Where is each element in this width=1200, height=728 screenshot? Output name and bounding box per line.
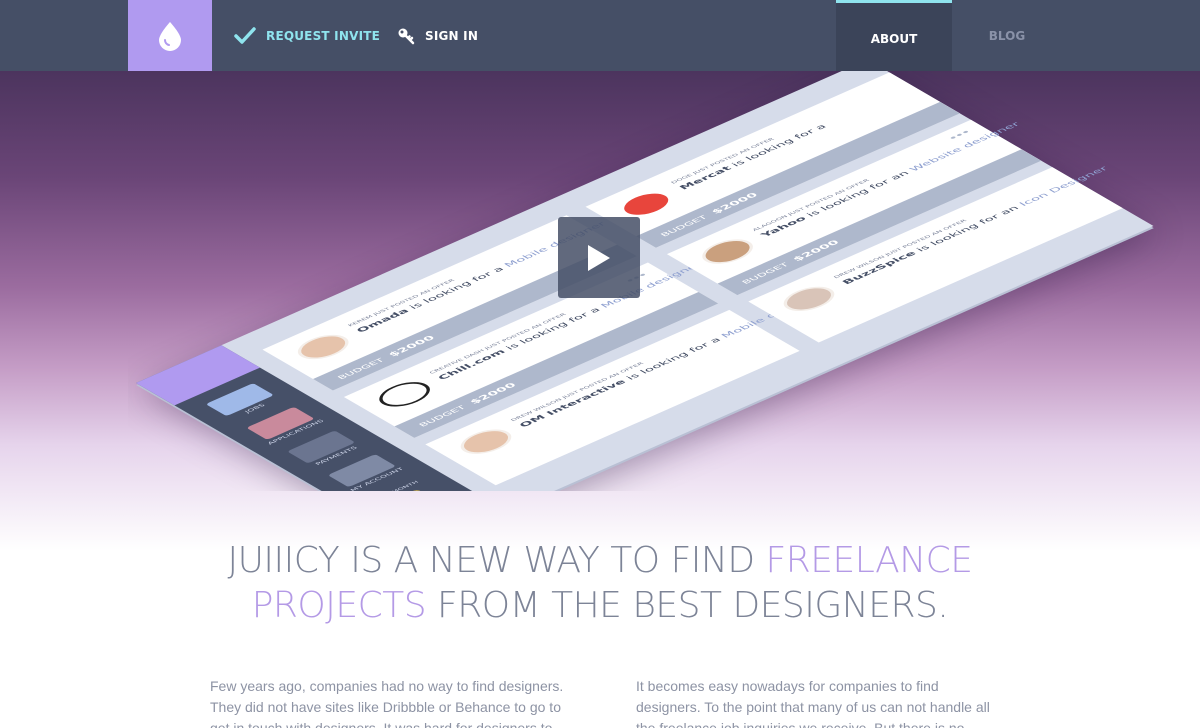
headline: JUIIICY IS A NEW WAY TO FIND FREELANCE P… (0, 538, 1200, 628)
budget-value: $2000 (709, 191, 761, 216)
card-role: Icon Designer (1017, 165, 1111, 208)
nav-blog[interactable]: Blog (952, 0, 1062, 71)
avatar (774, 281, 844, 316)
headline-part1: JUIIICY IS A NEW WAY TO FIND (227, 540, 766, 581)
nav-about[interactable]: About (836, 0, 952, 71)
budget-value: $2000 (386, 334, 438, 359)
intro-paragraph-left: Few years ago, companies had no way to f… (210, 678, 564, 728)
budget-label: BUDGET (739, 261, 791, 286)
droplet-icon (159, 21, 181, 51)
card-meta: DOGE JUST POSTED AN OFFER (669, 137, 776, 185)
avatar (693, 234, 763, 269)
key-icon (398, 28, 415, 44)
avatar (451, 424, 521, 459)
checkmark-icon (234, 26, 256, 44)
headline-accent1: FREELANCE (765, 540, 974, 581)
mockup-board: JOBS APPLICATIONS PAYMENTS MY ACCOUNT TH… (136, 71, 1154, 491)
logo[interactable] (128, 0, 212, 71)
card-looking: is looking for an (914, 204, 1022, 254)
app-mockup: JOBS APPLICATIONS PAYMENTS MY ACCOUNT TH… (128, 71, 1188, 491)
top-nav: Request Invite Sign In About Blog (0, 0, 1200, 71)
play-icon (588, 244, 610, 271)
card-meta: KEREM JUST POSTED AN OFFER (346, 278, 456, 328)
budget-label: BUDGET (416, 404, 468, 428)
sign-in-label: Sign In (425, 28, 479, 43)
headline-accent2: PROJECTS (251, 585, 427, 626)
budget-label: BUDGET (335, 357, 387, 381)
avatar (288, 329, 358, 364)
card-company: OM Interactive (517, 378, 629, 429)
budget-value: $2000 (467, 381, 520, 406)
budget-value: $2000 (790, 238, 843, 263)
headline-part2: FROM THE BEST DESIGNERS. (426, 585, 949, 626)
intro-paragraph-right: It becomes easy nowadays for companies t… (636, 678, 990, 728)
request-invite-label: Request Invite (266, 28, 381, 43)
sign-in-link[interactable]: Sign In (397, 0, 478, 71)
avatar (370, 377, 440, 412)
request-invite-link[interactable]: Request Invite (234, 0, 380, 71)
budget-label: BUDGET (658, 214, 710, 238)
card-looking: is looking for a (624, 336, 724, 382)
play-video-button[interactable] (558, 217, 640, 298)
